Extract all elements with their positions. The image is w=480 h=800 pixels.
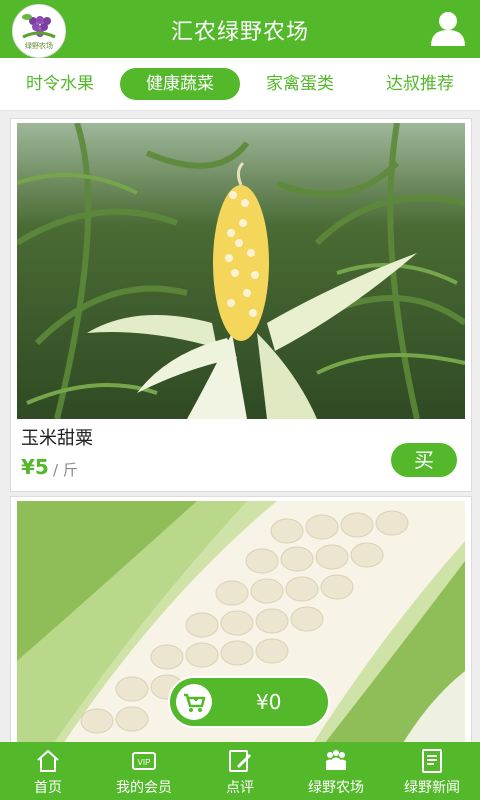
vip-icon: VIP — [132, 752, 156, 770]
people-icon — [326, 750, 346, 770]
page-title: 汇农绿野农场 — [170, 20, 309, 45]
category-tabs: 时令水果 健康蔬菜 家禽蛋类 达叔推荐 — [0, 58, 480, 111]
tab-seasonal-fruit[interactable]: 时令水果 — [12, 68, 108, 100]
corn-field-image[interactable] — [17, 123, 465, 419]
review-icon — [229, 750, 251, 772]
user-icon[interactable] — [428, 8, 468, 48]
nav-my-membership[interactable]: VIP 我的会员 — [96, 742, 192, 800]
cart-total: ¥0 — [256, 690, 282, 714]
buy-button[interactable]: 买 — [391, 443, 457, 477]
tab-recommended[interactable]: 达叔推荐 — [372, 68, 468, 100]
nav-my-membership-label: 我的会员 — [116, 780, 172, 796]
svg-text:VIP: VIP — [138, 758, 151, 767]
news-icon — [422, 749, 442, 773]
nav-news[interactable]: 绿野新闻 — [384, 742, 480, 800]
product-name: 玉米甜粟 — [21, 428, 93, 449]
nav-farm-label: 绿野农场 — [308, 780, 364, 796]
cart-button[interactable]: ¥0 — [168, 676, 330, 728]
product-card[interactable]: 玉米甜粟 ¥5 / 斤 买 — [10, 118, 472, 492]
nav-home-label: 首页 — [34, 780, 62, 796]
tab-healthy-vegetables[interactable]: 健康蔬菜 — [120, 68, 240, 100]
product-price: ¥5 — [21, 455, 49, 479]
product-unit: / 斤 — [53, 461, 78, 479]
nav-news-label: 绿野新闻 — [404, 780, 460, 796]
cart-icon — [184, 693, 206, 712]
tab-poultry-eggs[interactable]: 家禽蛋类 — [252, 68, 348, 100]
nav-review-label: 点评 — [226, 780, 254, 796]
nav-farm[interactable]: 绿野农场 — [288, 742, 384, 800]
app-header: 绿野农场 汇农绿野农场 — [0, 0, 480, 58]
home-icon — [37, 750, 59, 772]
bottom-nav: 首页 VIP 我的会员 点评 绿野农场 绿野新闻 — [0, 742, 480, 800]
nav-home[interactable]: 首页 — [0, 742, 96, 800]
nav-review[interactable]: 点评 — [192, 742, 288, 800]
cart-icon-wrapper — [176, 684, 212, 720]
